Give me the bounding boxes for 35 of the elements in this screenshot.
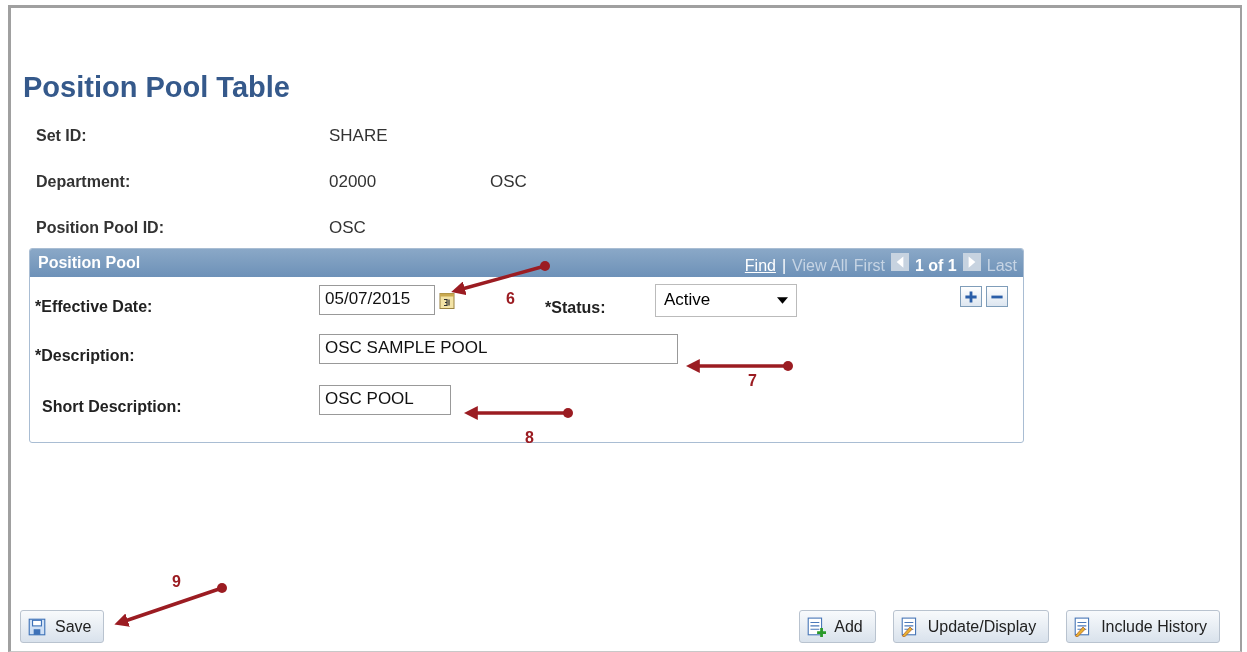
update-display-button[interactable]: Update/Display <box>892 610 1050 643</box>
field-value: OSC <box>329 218 367 238</box>
field-value: 02000 <box>329 172 378 192</box>
document-plus-icon <box>806 616 827 637</box>
save-button[interactable]: Save <box>20 610 105 643</box>
callout-number: 9 <box>172 573 181 590</box>
short-description-field[interactable]: OSC POOL <box>319 385 451 415</box>
field-label: *Status: <box>545 298 607 317</box>
callout-number: 6 <box>506 290 515 307</box>
previous-icon <box>890 253 909 271</box>
field-label: Position Pool ID: <box>36 219 165 237</box>
field-label: Short Description: <box>41 397 183 416</box>
field-value: OSC <box>490 172 528 192</box>
date-field[interactable]: 05/07/2015 <box>319 285 435 315</box>
field-label: Set ID: <box>36 127 88 145</box>
caret-icon <box>777 296 788 304</box>
separator: | <box>781 257 787 275</box>
description-field[interactable]: OSC SAMPLE POOL <box>319 334 678 364</box>
delete-row-button[interactable] <box>986 286 1008 307</box>
page-title: Position Pool Table <box>23 70 291 104</box>
field-value: SHARE <box>329 126 389 146</box>
callout-number: 8 <box>525 429 534 446</box>
next-icon <box>962 253 981 271</box>
field-label: Department: <box>36 173 132 191</box>
add-row-button[interactable] <box>960 286 982 307</box>
calendar-icon[interactable] <box>439 290 455 310</box>
section-title: Position Pool <box>38 254 141 272</box>
field-label: *Description: <box>35 346 136 365</box>
include-history-button[interactable]: Include History <box>1066 610 1220 643</box>
callout-number: 7 <box>748 372 757 389</box>
field-label: *Effective Date: <box>35 297 154 316</box>
status-dropdown[interactable]: Active <box>655 283 797 317</box>
row-count: 1 of 1 <box>914 257 957 275</box>
add-button[interactable]: Add <box>799 610 876 643</box>
plus-icon <box>964 290 978 304</box>
